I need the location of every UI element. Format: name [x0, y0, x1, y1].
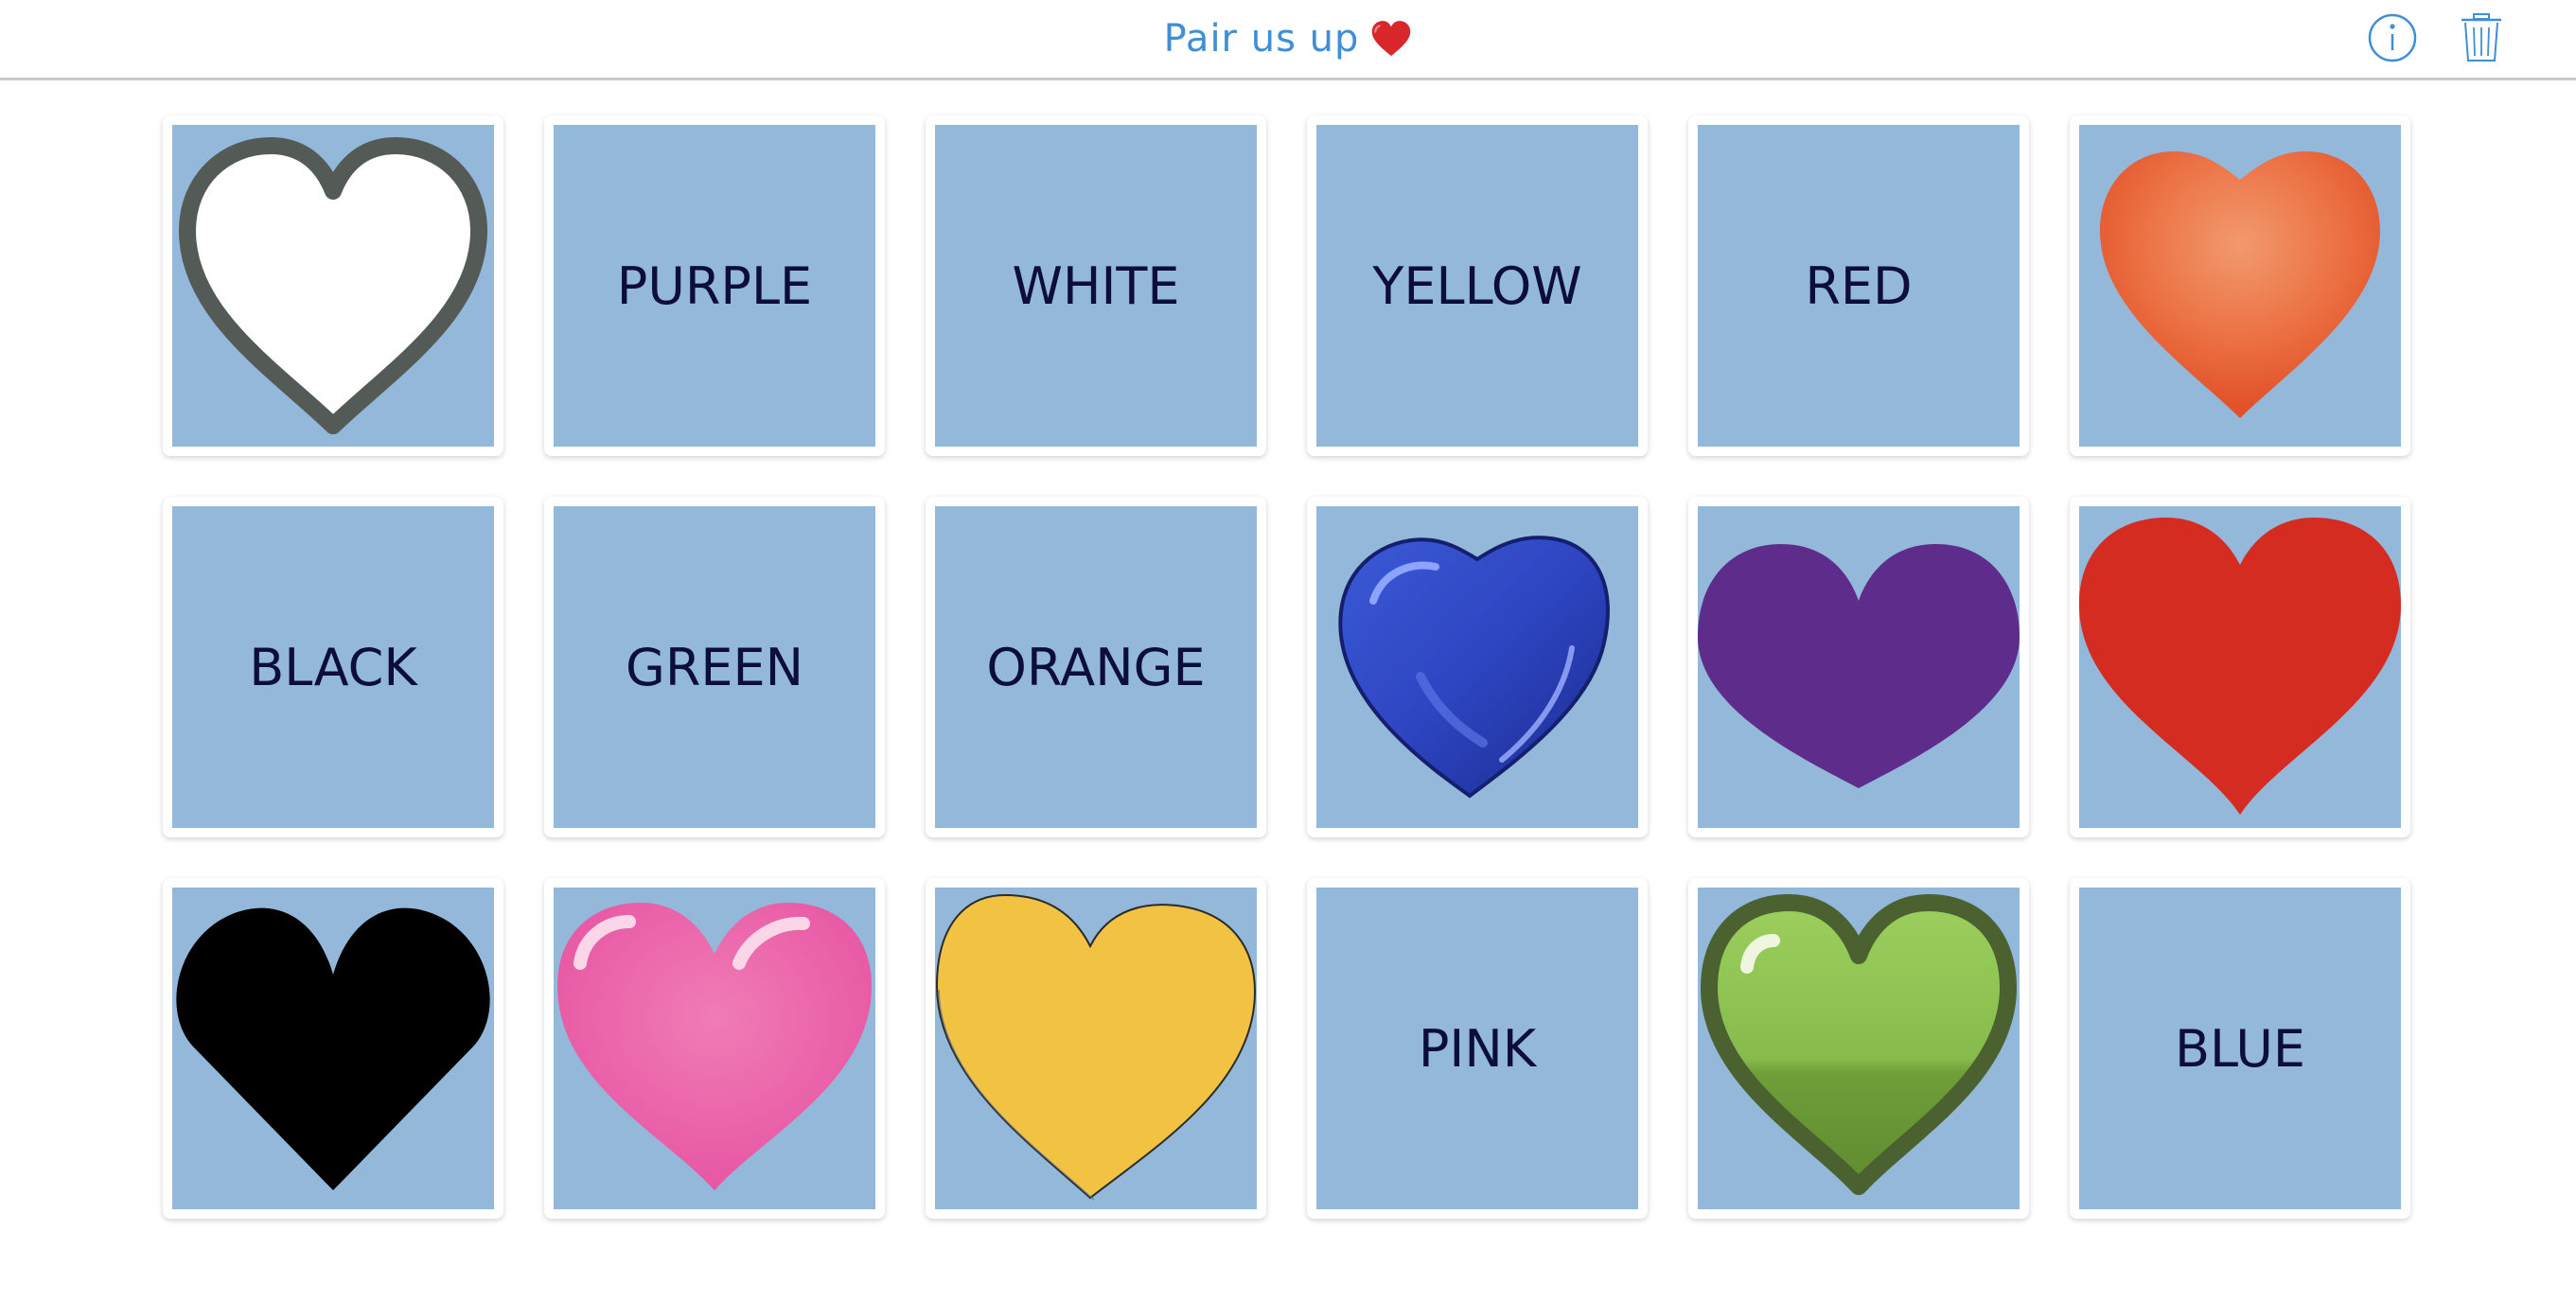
card[interactable]: WHITE	[926, 115, 1266, 456]
red-heart-icon	[1370, 20, 1412, 58]
card[interactable]: PINK	[1307, 878, 1648, 1219]
top-bar: Pair us up	[0, 0, 2576, 80]
card-face: WHITE	[935, 125, 1257, 447]
card[interactable]: ORANGE	[926, 497, 1266, 837]
card[interactable]: BLUE	[2070, 878, 2410, 1219]
card[interactable]	[926, 878, 1266, 1219]
card[interactable]: RED	[1688, 115, 2029, 456]
color-word: BLACK	[249, 637, 417, 697]
card-face	[935, 888, 1257, 1209]
orange-heart-icon	[2100, 151, 2380, 418]
card[interactable]	[1688, 878, 2029, 1219]
color-word: RED	[1805, 255, 1913, 316]
card[interactable]	[1688, 497, 2029, 837]
color-word: PURPLE	[616, 255, 813, 316]
card[interactable]: PURPLE	[544, 115, 885, 456]
card[interactable]	[1307, 497, 1648, 837]
green-heart-icon	[1701, 894, 2017, 1195]
card-face	[1698, 506, 2020, 828]
trash-icon	[2461, 13, 2501, 62]
yellow-heart-icon	[935, 893, 1257, 1201]
card-face: BLACK	[172, 506, 494, 828]
card[interactable]	[2070, 497, 2410, 837]
card-face: ORANGE	[935, 506, 1257, 828]
color-word: GREEN	[626, 637, 803, 697]
card[interactable]: YELLOW	[1307, 115, 1648, 456]
delete-button[interactable]	[2453, 9, 2510, 66]
card-face	[172, 125, 494, 447]
card-face: PINK	[1316, 888, 1638, 1209]
blue-heart-icon	[1338, 536, 1610, 799]
card-face	[1698, 888, 2020, 1209]
color-word: PINK	[1418, 1018, 1537, 1079]
color-word: WHITE	[1012, 255, 1180, 316]
card-face	[172, 888, 494, 1209]
card[interactable]: GREEN	[544, 497, 885, 837]
info-icon	[2368, 13, 2417, 62]
card-face: RED	[1698, 125, 2020, 447]
purple-heart-icon	[1698, 544, 2020, 788]
card-face: BLUE	[2079, 888, 2401, 1209]
color-word: BLUE	[2174, 1018, 2306, 1079]
page-title: Pair us up	[0, 0, 2576, 78]
card[interactable]	[544, 878, 885, 1219]
red-heart-icon	[2079, 518, 2401, 815]
color-word: YELLOW	[1372, 255, 1582, 316]
card-face	[2079, 506, 2401, 828]
info-button[interactable]	[2364, 9, 2421, 66]
card[interactable]: BLACK	[163, 497, 503, 837]
card-face: PURPLE	[554, 125, 875, 447]
card-face	[1316, 506, 1638, 828]
card[interactable]	[163, 115, 503, 456]
card-face	[554, 888, 875, 1209]
black-heart-icon	[176, 907, 490, 1190]
color-word: ORANGE	[986, 637, 1206, 697]
pink-heart-icon	[557, 903, 872, 1190]
card-face: GREEN	[554, 506, 875, 828]
card-grid: PURPLE WHITE YELLOW RED BLACK GREEN ORAN…	[163, 115, 2413, 1221]
card-face: YELLOW	[1316, 125, 1638, 447]
white-heart-icon	[179, 137, 487, 434]
card[interactable]	[163, 878, 503, 1219]
title-text: Pair us up	[1163, 17, 1360, 61]
card-face	[2079, 125, 2401, 447]
card[interactable]	[2070, 115, 2410, 456]
